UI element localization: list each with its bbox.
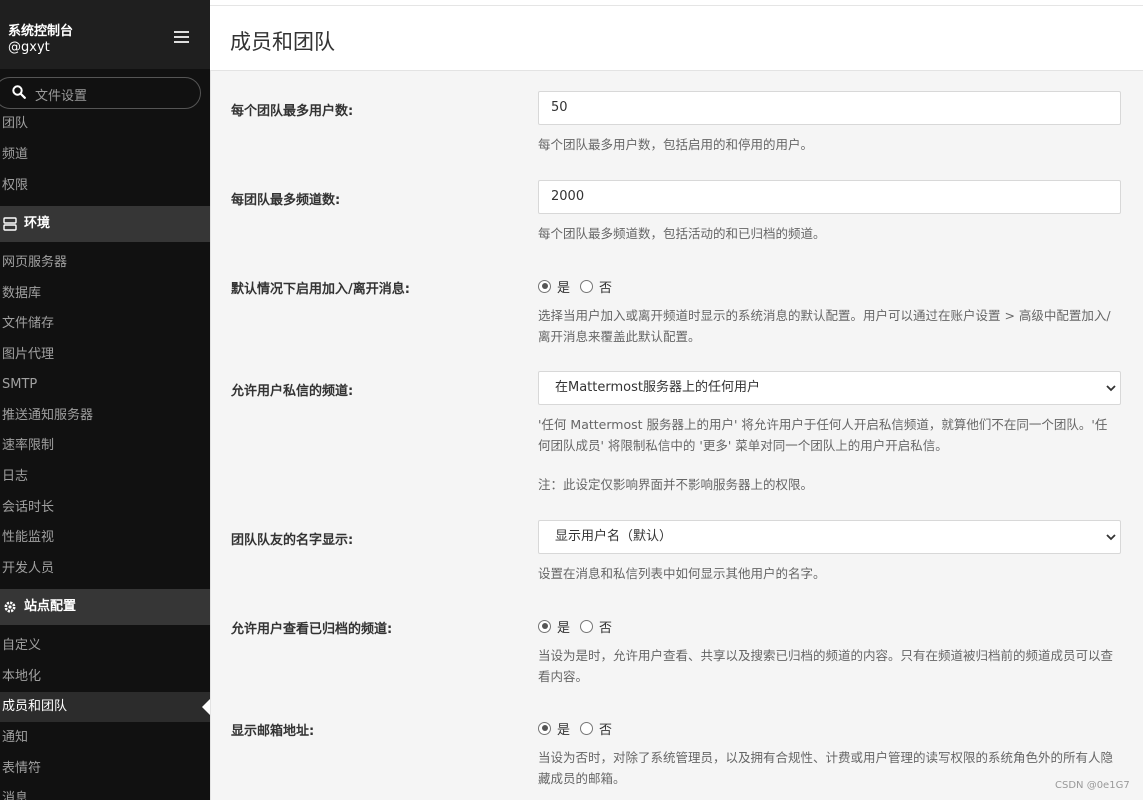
search-placeholder: 文件设置 — [35, 89, 88, 104]
sidebar-item-file-storage[interactable]: 文件储存 — [0, 309, 210, 339]
sidebar-item-posts[interactable]: 消息 — [0, 784, 210, 800]
sidebar-item-users-and-teams[interactable]: 成员和团队 — [0, 692, 210, 722]
radio-label-yes: 是 — [557, 280, 571, 296]
sidebar-item-rate-limiting[interactable]: 速率限制 — [0, 431, 210, 461]
max-users-input[interactable]: 50 — [538, 91, 1121, 125]
section-label: 环境 — [24, 216, 51, 231]
archived-channels-no-radio[interactable] — [580, 619, 594, 633]
show-email-yes-radio[interactable] — [538, 721, 551, 735]
sidebar-item-teams[interactable]: 团队 — [0, 109, 210, 139]
teammate-name-help: 设置在消息和私信列表中如何显示其他用户的名字。 — [538, 566, 826, 581]
sidebar-item-image-proxy[interactable]: 图片代理 — [0, 340, 210, 370]
max-users-help: 每个团队最多用户数，包括启用的和停用的用户。 — [538, 137, 814, 152]
radio-label-no: 否 — [599, 620, 613, 636]
sidebar-section-site-configuration: 站点配置 — [0, 589, 210, 625]
teammate-name-select[interactable]: 显示用户名（默认） — [538, 520, 1121, 554]
menu-icon[interactable] — [174, 31, 189, 43]
show-email-help: 当设为否时，对除了系统管理员，以及拥有合规性、计费或用户管理的读写权限的系统角色… — [538, 750, 1114, 786]
server-icon — [3, 217, 17, 231]
select-value: 显示用户名（默认） — [555, 529, 673, 544]
sidebar-item-developer[interactable]: 开发人员 — [0, 554, 210, 584]
archived-channels-label: 允许用户查看已归档的频道: — [231, 622, 393, 637]
max-channels-input[interactable]: 2000 — [538, 180, 1121, 214]
sidebar-item-smtp[interactable]: SMTP — [0, 370, 210, 400]
sidebar-item-emoji[interactable]: 表情符 — [0, 754, 210, 784]
join-leave-yes-radio[interactable] — [538, 279, 551, 293]
join-leave-radio-group: 是 否 — [538, 277, 622, 296]
sidebar-item-permissions[interactable]: 权限 — [0, 171, 210, 201]
sidebar-item-web-server[interactable]: 网页服务器 — [0, 248, 210, 278]
show-email-no-radio[interactable] — [580, 721, 594, 735]
admin-sidebar: 系统控制台 @gxyt 文件设置 团队 频道 权限 环境 网页服务器 数据库 文… — [0, 0, 210, 800]
dm-channels-help: '任何 Mattermost 服务器上的用户' 将允许用户于任何人开启私信频道，… — [538, 417, 1108, 453]
teammate-name-label: 团队队友的名字显示: — [231, 533, 354, 548]
max-channels-help: 每个团队最多频道数，包括活动的和已归档的频道。 — [538, 226, 826, 241]
chevron-down-icon — [1106, 534, 1116, 541]
join-leave-no-radio[interactable] — [580, 279, 594, 293]
dm-channels-note: 注：此设定仅影响界面并不影响服务器上的权限。 — [538, 477, 814, 492]
sidebar-item-performance-monitoring[interactable]: 性能监视 — [0, 523, 210, 553]
archived-channels-help: 当设为是时，允许用户查看、共享以及搜索已归档的频道的内容。只有在频道被归档前的频… — [538, 648, 1114, 684]
sidebar-item-notifications[interactable]: 通知 — [0, 723, 210, 753]
radio-label-no: 否 — [599, 280, 613, 296]
sidebar-item-session-lengths[interactable]: 会话时长 — [0, 493, 210, 523]
sidebar-header: 系统控制台 @gxyt — [0, 0, 210, 69]
search-icon — [12, 85, 26, 99]
sidebar-item-customization[interactable]: 自定义 — [0, 631, 210, 661]
radio-label-yes: 是 — [557, 620, 571, 636]
select-value: 在Mattermost服务器上的任何用户 — [555, 380, 760, 395]
radio-label-yes: 是 — [557, 722, 571, 738]
page-header: 成员和团队 — [210, 6, 1143, 71]
join-leave-label: 默认情况下启用加入/离开消息: — [231, 282, 410, 297]
max-channels-label: 每团队最多频道数: — [231, 193, 341, 208]
dm-channels-label: 允许用户私信的频道: — [231, 384, 354, 399]
section-label: 站点配置 — [24, 599, 77, 614]
sidebar-item-channels[interactable]: 频道 — [0, 140, 210, 170]
chevron-down-icon — [1106, 385, 1116, 392]
gear-icon — [4, 601, 16, 613]
sidebar-item-logging[interactable]: 日志 — [0, 462, 210, 492]
watermark: CSDN @0e1G7 — [1055, 780, 1130, 791]
sidebar-item-database[interactable]: 数据库 — [0, 279, 210, 309]
dm-channels-select[interactable]: 在Mattermost服务器上的任何用户 — [538, 371, 1121, 405]
archived-channels-radio-group: 是 否 — [538, 617, 622, 636]
join-leave-help: 选择当用户加入或离开频道时显示的系统消息的默认配置。用户可以通过在账户设置 > … — [538, 308, 1111, 344]
active-indicator — [202, 699, 210, 715]
sidebar-username: @gxyt — [8, 40, 50, 55]
sidebar-title: 系统控制台 — [8, 24, 74, 39]
archived-channels-yes-radio[interactable] — [538, 619, 551, 633]
sidebar-item-label: 成员和团队 — [2, 699, 68, 714]
show-email-radio-group: 是 否 — [538, 719, 622, 738]
sidebar-search-input[interactable]: 文件设置 — [0, 77, 201, 109]
settings-panel: 每个团队最多用户数: 50 每个团队最多用户数，包括启用的和停用的用户。 每团队… — [210, 71, 1143, 800]
radio-label-no: 否 — [599, 722, 613, 738]
show-email-label: 显示邮箱地址: — [231, 724, 315, 739]
max-users-label: 每个团队最多用户数: — [231, 104, 354, 119]
sidebar-section-environment: 环境 — [0, 206, 210, 242]
page-title: 成员和团队 — [230, 30, 335, 54]
sidebar-item-push-server[interactable]: 推送通知服务器 — [0, 401, 210, 431]
sidebar-item-localization[interactable]: 本地化 — [0, 662, 210, 692]
